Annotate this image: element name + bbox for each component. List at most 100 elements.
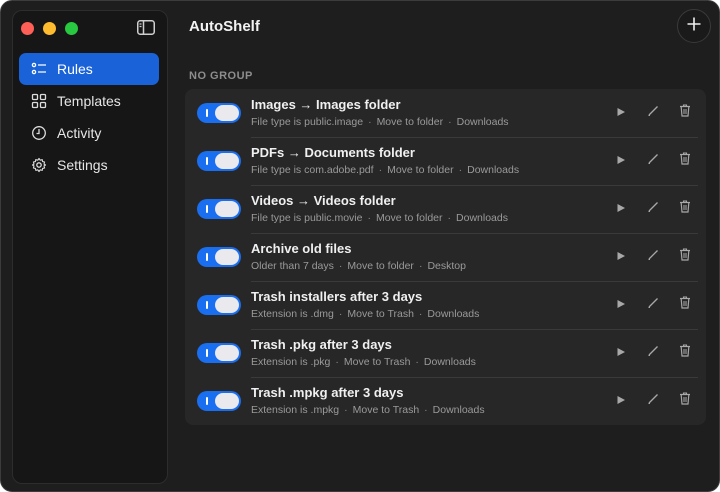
rule-target: Downloads: [456, 212, 508, 224]
edit-rule-button[interactable]: [644, 104, 662, 122]
edit-rule-button[interactable]: [644, 200, 662, 218]
delete-rule-button[interactable]: [676, 344, 694, 362]
rule-enabled-toggle[interactable]: [197, 343, 241, 363]
play-icon: [616, 392, 626, 410]
trash-icon: [679, 296, 691, 314]
rule-summary: File type is public.movie · Move to folder…: [251, 212, 508, 224]
rule-summary: Extension is .dmg · Move to Trash · Download…: [251, 308, 479, 320]
play-icon: [616, 296, 626, 314]
zoom-window-button[interactable]: [65, 22, 78, 35]
delete-rule-button[interactable]: [676, 200, 694, 218]
toggle-knob: [215, 105, 239, 121]
sidebar-item-settings[interactable]: Settings: [19, 149, 159, 181]
close-window-button[interactable]: [21, 22, 34, 35]
rule-target: Downloads: [423, 356, 476, 368]
rule-summary: Older than 7 days · Move to folder · Desktop: [251, 260, 466, 272]
delete-rule-button[interactable]: [676, 152, 694, 170]
sidebar-item-label: Settings: [57, 157, 108, 173]
run-rule-button[interactable]: [612, 200, 630, 218]
sidebar-item-label: Rules: [57, 61, 93, 77]
rule-target: Downloads: [427, 308, 480, 320]
plus-icon: [686, 16, 702, 37]
sidebar: Rules Templates Activity Settings: [12, 10, 168, 484]
rule-action: Move to Trash: [352, 404, 420, 416]
rule-condition: File type is public.image: [251, 116, 364, 128]
rule-condition: Extension is .mpkg: [251, 404, 340, 416]
run-rule-button[interactable]: [612, 296, 630, 314]
edit-rule-button[interactable]: [644, 392, 662, 410]
minimize-window-button[interactable]: [43, 22, 56, 35]
rule-row[interactable]: Images → Images folder File type is publ…: [185, 89, 706, 137]
rule-condition: Older than 7 days: [251, 260, 334, 272]
edit-rule-button[interactable]: [644, 344, 662, 362]
rule-action: Move to folder: [347, 260, 414, 272]
sidebar-item-rules[interactable]: Rules: [19, 53, 159, 85]
run-rule-button[interactable]: [612, 344, 630, 362]
rule-actions: [598, 200, 694, 218]
rule-target: Desktop: [427, 260, 466, 272]
sidebar-toggle-icon[interactable]: [137, 20, 155, 35]
sidebar-item-label: Activity: [57, 125, 102, 141]
sidebar-item-templates[interactable]: Templates: [19, 85, 159, 117]
meta-separator: ·: [338, 260, 343, 272]
rule-enabled-toggle[interactable]: [197, 247, 241, 267]
rule-action: Move to folder: [375, 212, 443, 224]
add-rule-button[interactable]: [677, 9, 711, 43]
edit-rule-button[interactable]: [644, 152, 662, 170]
rule-row[interactable]: Trash installers after 3 days Extension …: [185, 281, 706, 329]
rule-target: Downloads: [467, 164, 520, 176]
rule-summary: File type is public.image · Move to folder…: [251, 116, 509, 128]
rule-action: Move to Trash: [347, 308, 414, 320]
meta-separator: ·: [418, 308, 423, 320]
run-rule-button[interactable]: [612, 392, 630, 410]
rule-row[interactable]: Trash .pkg after 3 days Extension is .pk…: [185, 329, 706, 377]
rule-condition: File type is com.adobe.pdf: [251, 164, 374, 176]
rule-target: Downloads: [456, 116, 509, 128]
rule-summary: Extension is .mpkg · Move to Trash · Downloa…: [251, 404, 485, 416]
delete-rule-button[interactable]: [676, 392, 694, 410]
rule-row[interactable]: PDFs → Documents folder File type is com…: [185, 137, 706, 185]
rule-condition: Extension is .dmg: [251, 308, 334, 320]
toggle-on-mark: [206, 253, 208, 261]
rule-enabled-toggle[interactable]: [197, 199, 241, 219]
delete-rule-button[interactable]: [676, 248, 694, 266]
grid-icon: [31, 93, 47, 109]
run-rule-button[interactable]: [612, 104, 630, 122]
toggle-knob: [215, 249, 239, 265]
delete-rule-button[interactable]: [676, 104, 694, 122]
toggle-on-mark: [206, 109, 208, 117]
delete-rule-button[interactable]: [676, 296, 694, 314]
run-rule-button[interactable]: [612, 152, 630, 170]
toggle-on-mark: [206, 397, 208, 405]
rule-actions: [598, 392, 694, 410]
pencil-icon: [647, 200, 659, 218]
rule-enabled-toggle[interactable]: [197, 103, 241, 123]
edit-rule-button[interactable]: [644, 296, 662, 314]
rule-row[interactable]: Trash .mpkg after 3 days Extension is .m…: [185, 377, 706, 425]
rule-title: Videos → Videos folder: [251, 193, 396, 208]
rules-list-icon: [31, 61, 47, 77]
rule-condition: File type is public.movie: [251, 212, 363, 224]
rule-enabled-toggle[interactable]: [197, 151, 241, 171]
pencil-icon: [647, 248, 659, 266]
toggle-knob: [215, 345, 239, 361]
sidebar-nav: Rules Templates Activity Settings: [19, 53, 159, 181]
rule-actions: [598, 344, 694, 362]
rule-row[interactable]: Videos → Videos folder File type is publ…: [185, 185, 706, 233]
rule-title: Trash installers after 3 days: [251, 289, 423, 304]
sidebar-item-activity[interactable]: Activity: [19, 117, 159, 149]
edit-rule-button[interactable]: [644, 248, 662, 266]
rule-enabled-toggle[interactable]: [197, 295, 241, 315]
toggle-on-mark: [206, 349, 208, 357]
toggle-knob: [215, 153, 239, 169]
rule-action: Move to folder: [376, 116, 444, 128]
clock-icon: [31, 125, 47, 141]
run-rule-button[interactable]: [612, 248, 630, 266]
group-header: NO GROUP: [189, 70, 253, 82]
trash-icon: [679, 104, 691, 122]
rule-enabled-toggle[interactable]: [197, 391, 241, 411]
rule-row[interactable]: Archive old files Older than 7 days · Move…: [185, 233, 706, 281]
rule-action: Move to Trash: [343, 356, 411, 368]
meta-separator: ·: [448, 116, 452, 128]
toggle-on-mark: [206, 157, 208, 165]
